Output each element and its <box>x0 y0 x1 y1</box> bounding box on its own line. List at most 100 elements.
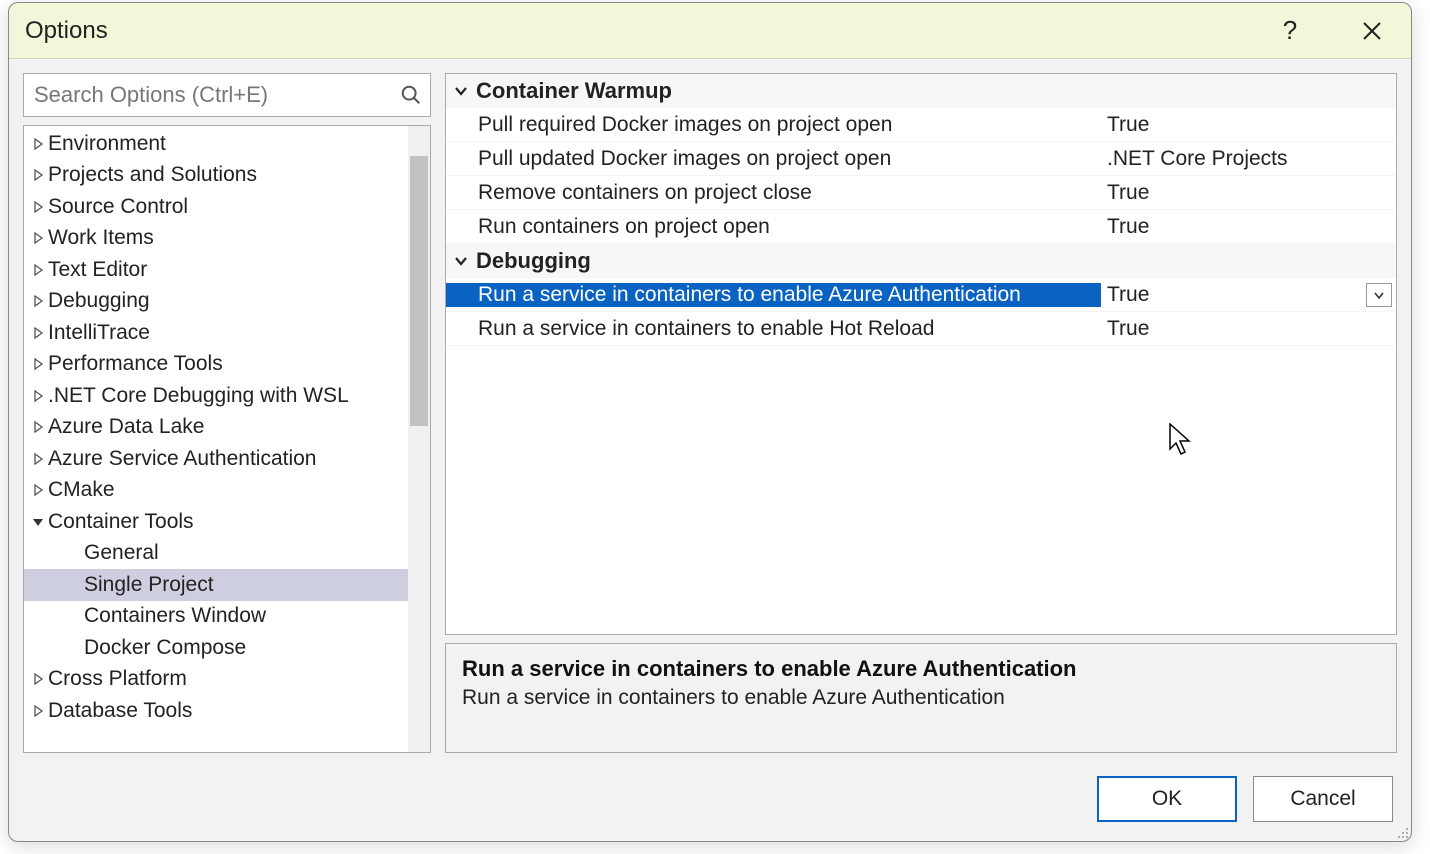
chevron-right-icon[interactable] <box>30 419 46 435</box>
tree-item[interactable]: General <box>24 538 430 570</box>
property-value[interactable]: True <box>1101 215 1396 239</box>
tree-item-label: Azure Data Lake <box>48 415 204 439</box>
ok-button-label: OK <box>1152 787 1182 811</box>
property-value-text: True <box>1107 113 1149 137</box>
tree-item-label: Azure Service Authentication <box>48 447 317 471</box>
options-dialog: Options ? Environment Projects and Soluti… <box>8 2 1412 842</box>
tree-item[interactable]: Azure Service Authentication <box>24 443 430 475</box>
close-button[interactable] <box>1349 8 1395 54</box>
property-label: Run containers on project open <box>446 215 1101 239</box>
dropdown-button[interactable] <box>1366 283 1392 307</box>
tree-item[interactable]: Single Project <box>24 569 430 601</box>
chevron-right-icon[interactable] <box>30 325 46 341</box>
tree-item-label: CMake <box>48 478 115 502</box>
property-label: Pull updated Docker images on project op… <box>446 147 1101 171</box>
ok-button[interactable]: OK <box>1097 776 1237 822</box>
tree-item[interactable]: Database Tools <box>24 695 430 727</box>
chevron-right-icon[interactable] <box>30 230 46 246</box>
tree-scrollbar[interactable] <box>408 126 430 752</box>
close-icon <box>1362 21 1382 41</box>
property-value[interactable]: True <box>1101 113 1396 137</box>
tree-item-label: Single Project <box>84 573 214 597</box>
tree-item[interactable]: Cross Platform <box>24 664 430 696</box>
dialog-body: Environment Projects and Solutions Source … <box>9 59 1411 767</box>
tree-item-label: Cross Platform <box>48 667 187 691</box>
tree-item[interactable]: Work Items <box>24 223 430 255</box>
search-icon <box>400 84 422 106</box>
property-value-text: .NET Core Projects <box>1107 147 1288 171</box>
chevron-right-icon[interactable] <box>30 356 46 372</box>
description-panel: Run a service in containers to enable Az… <box>445 643 1397 753</box>
chevron-down-icon[interactable] <box>450 80 472 102</box>
search-input[interactable] <box>24 74 430 116</box>
chevron-down-icon[interactable] <box>450 250 472 272</box>
right-pane: Container Warmup Pull required Docker ima… <box>445 73 1397 753</box>
property-value-text: True <box>1107 283 1149 307</box>
property-grid[interactable]: Container Warmup Pull required Docker ima… <box>445 73 1397 635</box>
property-value[interactable]: True <box>1101 317 1396 341</box>
tree-item-label: IntelliTrace <box>48 321 150 345</box>
tree-item[interactable]: Environment <box>24 128 430 160</box>
property-category[interactable]: Debugging <box>446 244 1396 278</box>
tree-item[interactable]: Docker Compose <box>24 632 430 664</box>
tree-item[interactable]: Text Editor <box>24 254 430 286</box>
tree-item-label: .NET Core Debugging with WSL <box>48 384 349 408</box>
property-value-text: True <box>1107 215 1149 239</box>
resize-grip[interactable] <box>1395 825 1409 839</box>
help-button[interactable]: ? <box>1267 8 1313 54</box>
property-value[interactable]: True <box>1101 181 1396 205</box>
tree-item-label: Containers Window <box>84 604 266 628</box>
property-label: Pull required Docker images on project o… <box>446 113 1101 137</box>
chevron-right-icon[interactable] <box>30 671 46 687</box>
property-value[interactable]: .NET Core Projects <box>1101 147 1396 171</box>
tree-item-label: Work Items <box>48 226 154 250</box>
chevron-down-icon[interactable] <box>30 514 46 530</box>
chevron-right-icon[interactable] <box>30 167 46 183</box>
tree-item[interactable]: IntelliTrace <box>24 317 430 349</box>
property-label: Remove containers on project close <box>446 181 1101 205</box>
chevron-right-icon[interactable] <box>30 136 46 152</box>
property-row[interactable]: Pull updated Docker images on project op… <box>446 142 1396 176</box>
chevron-right-icon[interactable] <box>30 482 46 498</box>
property-category[interactable]: Container Warmup <box>446 74 1396 108</box>
property-row[interactable]: Pull required Docker images on project o… <box>446 108 1396 142</box>
chevron-right-icon[interactable] <box>30 388 46 404</box>
tree-item-label: Text Editor <box>48 258 147 282</box>
property-row[interactable]: Run a service in containers to enable Ho… <box>446 312 1396 346</box>
chevron-right-icon[interactable] <box>30 703 46 719</box>
tree-scroll-thumb[interactable] <box>410 156 428 426</box>
options-tree[interactable]: Environment Projects and Solutions Source … <box>23 125 431 753</box>
tree-item[interactable]: .NET Core Debugging with WSL <box>24 380 430 412</box>
cancel-button[interactable]: Cancel <box>1253 776 1393 822</box>
property-row[interactable]: Remove containers on project closeTrue <box>446 176 1396 210</box>
tree-item-label: Debugging <box>48 289 150 313</box>
tree-item[interactable]: Debugging <box>24 286 430 318</box>
property-row[interactable]: Run a service in containers to enable Az… <box>446 278 1396 312</box>
tree-item-label: Container Tools <box>48 510 194 534</box>
dialog-title: Options <box>25 17 1267 45</box>
property-row[interactable]: Run containers on project openTrue <box>446 210 1396 244</box>
description-text: Run a service in containers to enable Az… <box>462 686 1380 710</box>
tree-item-label: Source Control <box>48 195 188 219</box>
chevron-right-icon[interactable] <box>30 293 46 309</box>
description-title: Run a service in containers to enable Az… <box>462 656 1380 682</box>
tree-item[interactable]: Performance Tools <box>24 349 430 381</box>
help-icon: ? <box>1283 15 1297 46</box>
tree-item[interactable]: Source Control <box>24 191 430 223</box>
tree-item[interactable]: Projects and Solutions <box>24 160 430 192</box>
tree-item[interactable]: Container Tools <box>24 506 430 538</box>
tree-item-label: General <box>84 541 159 565</box>
chevron-right-icon[interactable] <box>30 451 46 467</box>
tree-item[interactable]: CMake <box>24 475 430 507</box>
tree-item-label: Projects and Solutions <box>48 163 257 187</box>
search-wrap <box>23 73 431 117</box>
property-value[interactable]: True <box>1101 283 1396 307</box>
dialog-footer: OK Cancel <box>9 767 1411 841</box>
tree-item[interactable]: Containers Window <box>24 601 430 633</box>
tree-item[interactable]: Azure Data Lake <box>24 412 430 444</box>
chevron-right-icon[interactable] <box>30 199 46 215</box>
chevron-right-icon[interactable] <box>30 262 46 278</box>
tree-item-label: Performance Tools <box>48 352 223 376</box>
chevron-down-icon <box>1373 289 1385 301</box>
property-label: Run a service in containers to enable Ho… <box>446 317 1101 341</box>
